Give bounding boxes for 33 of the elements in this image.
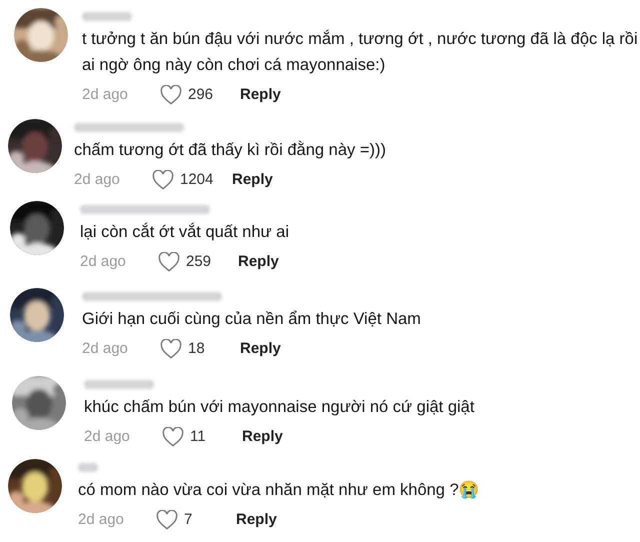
like-count: 11 [190, 427, 207, 447]
blurred-username [78, 463, 98, 472]
timestamp: 2d ago [78, 510, 125, 530]
timestamp: 2d ago [82, 339, 129, 359]
timestamp: 2d ago [80, 252, 127, 272]
heart-icon[interactable] [156, 510, 178, 530]
like-count: 296 [188, 85, 214, 105]
timestamp: 2d ago [82, 85, 129, 105]
heart-icon[interactable] [160, 85, 182, 106]
timestamp: 2d ago [74, 170, 121, 190]
reply-button[interactable]: Reply [232, 169, 273, 192]
comment-text: chấm tương ớt đã thấy kì rồi đằng này =))) [74, 140, 387, 161]
comment-text: lại còn cắt ớt vắt quất như ai [80, 222, 290, 243]
timestamp: 2d ago [84, 427, 131, 447]
like-count: 259 [186, 252, 212, 272]
blurred-username [84, 380, 154, 389]
heart-icon[interactable] [160, 339, 182, 360]
heart-icon[interactable] [152, 170, 174, 190]
heart-icon[interactable] [162, 427, 184, 448]
comment-text: khúc chấm bún với mayonnaise người nó cứ giật giật [84, 397, 476, 418]
reply-button[interactable]: Reply [242, 426, 283, 448]
comment-text: Giới hạn cuối cùng của nền ẩm thực Việt Nam [82, 309, 422, 330]
comment-text: t tưởng t ăn bún đậu với nước mắm , tương ớt , nước tương đã là độc lạ rồi ai ngờ ông này còn chơi cá mayonnaise:) [82, 28, 638, 76]
comment-text: có mom nào vừa coi vừa nhăn mặt như em không ?😭 [78, 480, 481, 501]
reply-button[interactable]: Reply [240, 84, 281, 106]
like-count: 1204 [180, 170, 214, 190]
heart-icon[interactable] [158, 252, 180, 272]
reply-button[interactable]: Reply [236, 509, 277, 532]
like-count: 7 [184, 510, 194, 530]
reply-button[interactable]: Reply [238, 251, 279, 274]
blurred-username [82, 12, 132, 21]
reply-button[interactable]: Reply [240, 338, 281, 360]
like-count: 18 [188, 339, 206, 359]
